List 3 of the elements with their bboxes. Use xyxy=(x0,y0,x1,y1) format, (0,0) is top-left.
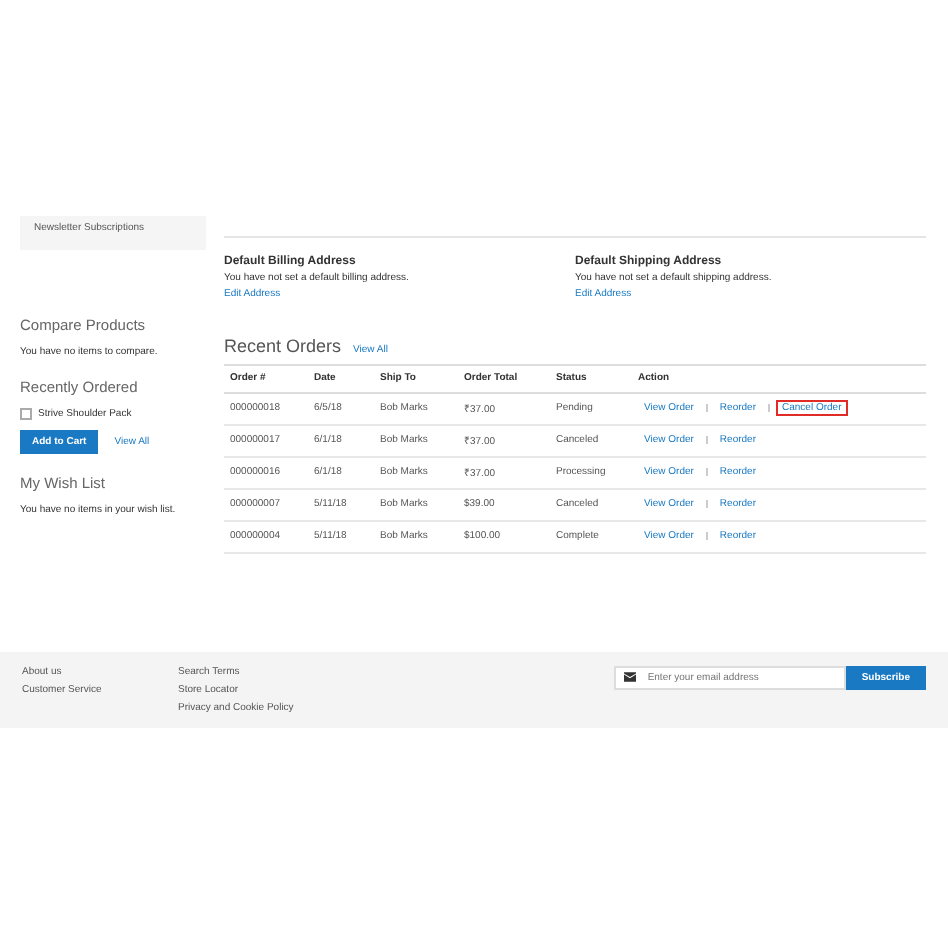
section-title: Recent Orders xyxy=(224,336,342,356)
checkbox[interactable] xyxy=(20,408,32,420)
envelope-icon xyxy=(623,672,636,682)
